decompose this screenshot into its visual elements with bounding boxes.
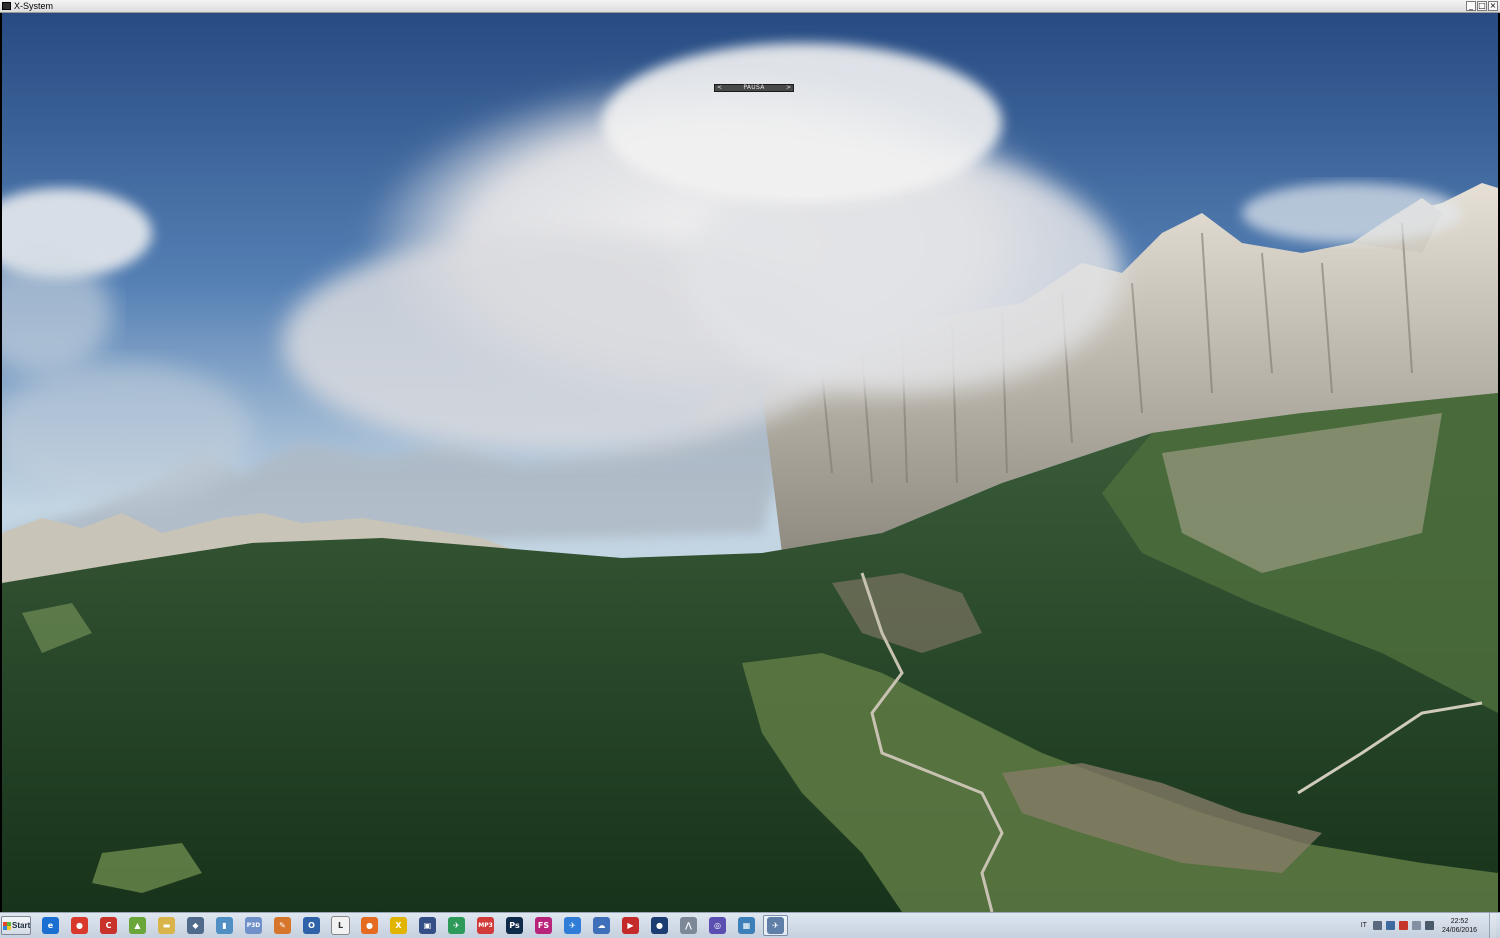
xplane-icon: X — [390, 917, 407, 934]
fs-icon: FS — [535, 917, 552, 934]
taskbar-button-xsystem[interactable]: ✈ — [763, 915, 788, 936]
taskbar-button-paint[interactable]: ✎ — [270, 915, 295, 936]
maximize-button[interactable]: □ — [1477, 1, 1487, 11]
taskbar-button-outlook[interactable]: O — [299, 915, 324, 936]
folder-icon: ▬ — [158, 917, 175, 934]
tray-volume-icon[interactable] — [1424, 921, 1434, 930]
firefox-icon: ● — [361, 917, 378, 934]
system-tray: IT 22:52 24/06/2016 — [1361, 913, 1500, 938]
outlook-icon: O — [303, 917, 320, 934]
sim-viewport[interactable]: < PAUSA > — [2, 13, 1498, 912]
clock-date: 24/06/2016 — [1441, 926, 1477, 934]
app-blue-icon: ▮ — [216, 917, 233, 934]
window-controls: _ □ × — [1466, 1, 1498, 11]
start-label: Start — [12, 921, 31, 930]
taskbar-button-plane-green[interactable]: ✈ — [444, 915, 469, 936]
language-indicator[interactable]: IT — [1361, 922, 1367, 929]
ccleaner-icon: C — [100, 917, 117, 934]
media-icon: ▶ — [622, 917, 639, 934]
clock[interactable]: 22:52 24/06/2016 — [1442, 917, 1477, 935]
cloud-app-icon: ☁ — [593, 917, 610, 934]
flight-icon: ✈ — [564, 917, 581, 934]
taskbar-button-network[interactable]: ◆ — [183, 915, 208, 936]
clock-time: 22:52 — [1450, 917, 1469, 925]
pause-label: PAUSA — [743, 84, 765, 91]
browser-icon: ◎ — [709, 917, 726, 934]
taskbar-button-network-tool[interactable]: ⋀ — [676, 915, 701, 936]
tray-network-icon[interactable] — [1385, 921, 1395, 930]
taskbar-button-firefox[interactable]: ● — [357, 915, 382, 936]
tray-monitor-icon[interactable] — [1411, 921, 1421, 930]
taskbar-button-media[interactable]: ▶ — [618, 915, 643, 936]
taskbar-button-ie[interactable]: e — [38, 915, 63, 936]
taskbar-button-monitor[interactable]: ▣ — [415, 915, 440, 936]
taskbar-button-p3d[interactable]: P3D — [241, 915, 266, 936]
taskbar-button-browser[interactable]: ◎ — [705, 915, 730, 936]
taskbar-button-app-blue[interactable]: ▮ — [212, 915, 237, 936]
taskbar-button-globe[interactable]: ● — [647, 915, 672, 936]
close-button[interactable]: × — [1488, 1, 1498, 11]
pause-next-arrow: > — [785, 84, 791, 91]
quick-launch-bar: e ● C ▲ ▬ ◆ ▮ P3D ✎ O L ● X ▣ ✈ MP3 Ps FS ✈ ☁ ▶ ● ⋀ ◎ ▦ ✈ — [38, 915, 788, 936]
taskbar-button-chrome[interactable]: ● — [67, 915, 92, 936]
taskbar: Start e ● C ▲ ▬ ◆ ▮ P3D ✎ O L ● X ▣ ✈ MP3 Ps FS ✈ ☁ ▶ ● ⋀ ◎ ▦ ✈ I… — [0, 912, 1500, 938]
taskbar-button-ccleaner[interactable]: C — [96, 915, 121, 936]
android-icon: ▲ — [129, 917, 146, 934]
image-viewer-icon: ▦ — [738, 917, 755, 934]
tray-arrow-icon[interactable] — [1372, 921, 1382, 930]
title-bar[interactable]: X-System _ □ × — [0, 0, 1500, 13]
xsystem-icon: ✈ — [767, 917, 784, 934]
monitor-icon: ▣ — [419, 917, 436, 934]
pause-prev-arrow: < — [717, 84, 723, 91]
mp3-icon: MP3 — [477, 917, 494, 934]
taskbar-button-android[interactable]: ▲ — [125, 915, 150, 936]
taskbar-button-fs[interactable]: FS — [531, 915, 556, 936]
taskbar-button-mp3[interactable]: MP3 — [473, 915, 498, 936]
p3d-icon: P3D — [245, 917, 262, 934]
plane-green-icon: ✈ — [448, 917, 465, 934]
taskbar-button-folder[interactable]: ▬ — [154, 915, 179, 936]
network-tool-icon: ⋀ — [680, 917, 697, 934]
pause-indicator: < PAUSA > — [714, 84, 794, 92]
scenery-render — [2, 13, 1498, 912]
window-title: X-System — [14, 1, 54, 11]
globe-icon: ● — [651, 917, 668, 934]
ie-icon: e — [42, 917, 59, 934]
taskbar-button-cloud-app[interactable]: ☁ — [589, 915, 614, 936]
paint-icon: ✎ — [274, 917, 291, 934]
xsystem-window: X-System _ □ × < PAUSA > — [0, 0, 1500, 912]
document-icon: L — [331, 916, 350, 935]
taskbar-button-photoshop[interactable]: Ps — [502, 915, 527, 936]
tray-flag-icon[interactable] — [1398, 921, 1408, 930]
chrome-icon: ● — [71, 917, 88, 934]
taskbar-button-flight[interactable]: ✈ — [560, 915, 585, 936]
show-desktop-button[interactable] — [1489, 913, 1496, 938]
app-icon — [2, 2, 11, 10]
network-icon: ◆ — [187, 917, 204, 934]
taskbar-button-xplane[interactable]: X — [386, 915, 411, 936]
photoshop-icon: Ps — [506, 917, 523, 934]
taskbar-button-document[interactable]: L — [328, 915, 353, 936]
taskbar-button-image-viewer[interactable]: ▦ — [734, 915, 759, 936]
minimize-button[interactable]: _ — [1466, 1, 1476, 11]
windows-logo-icon — [3, 921, 11, 930]
start-button[interactable]: Start — [1, 916, 31, 935]
